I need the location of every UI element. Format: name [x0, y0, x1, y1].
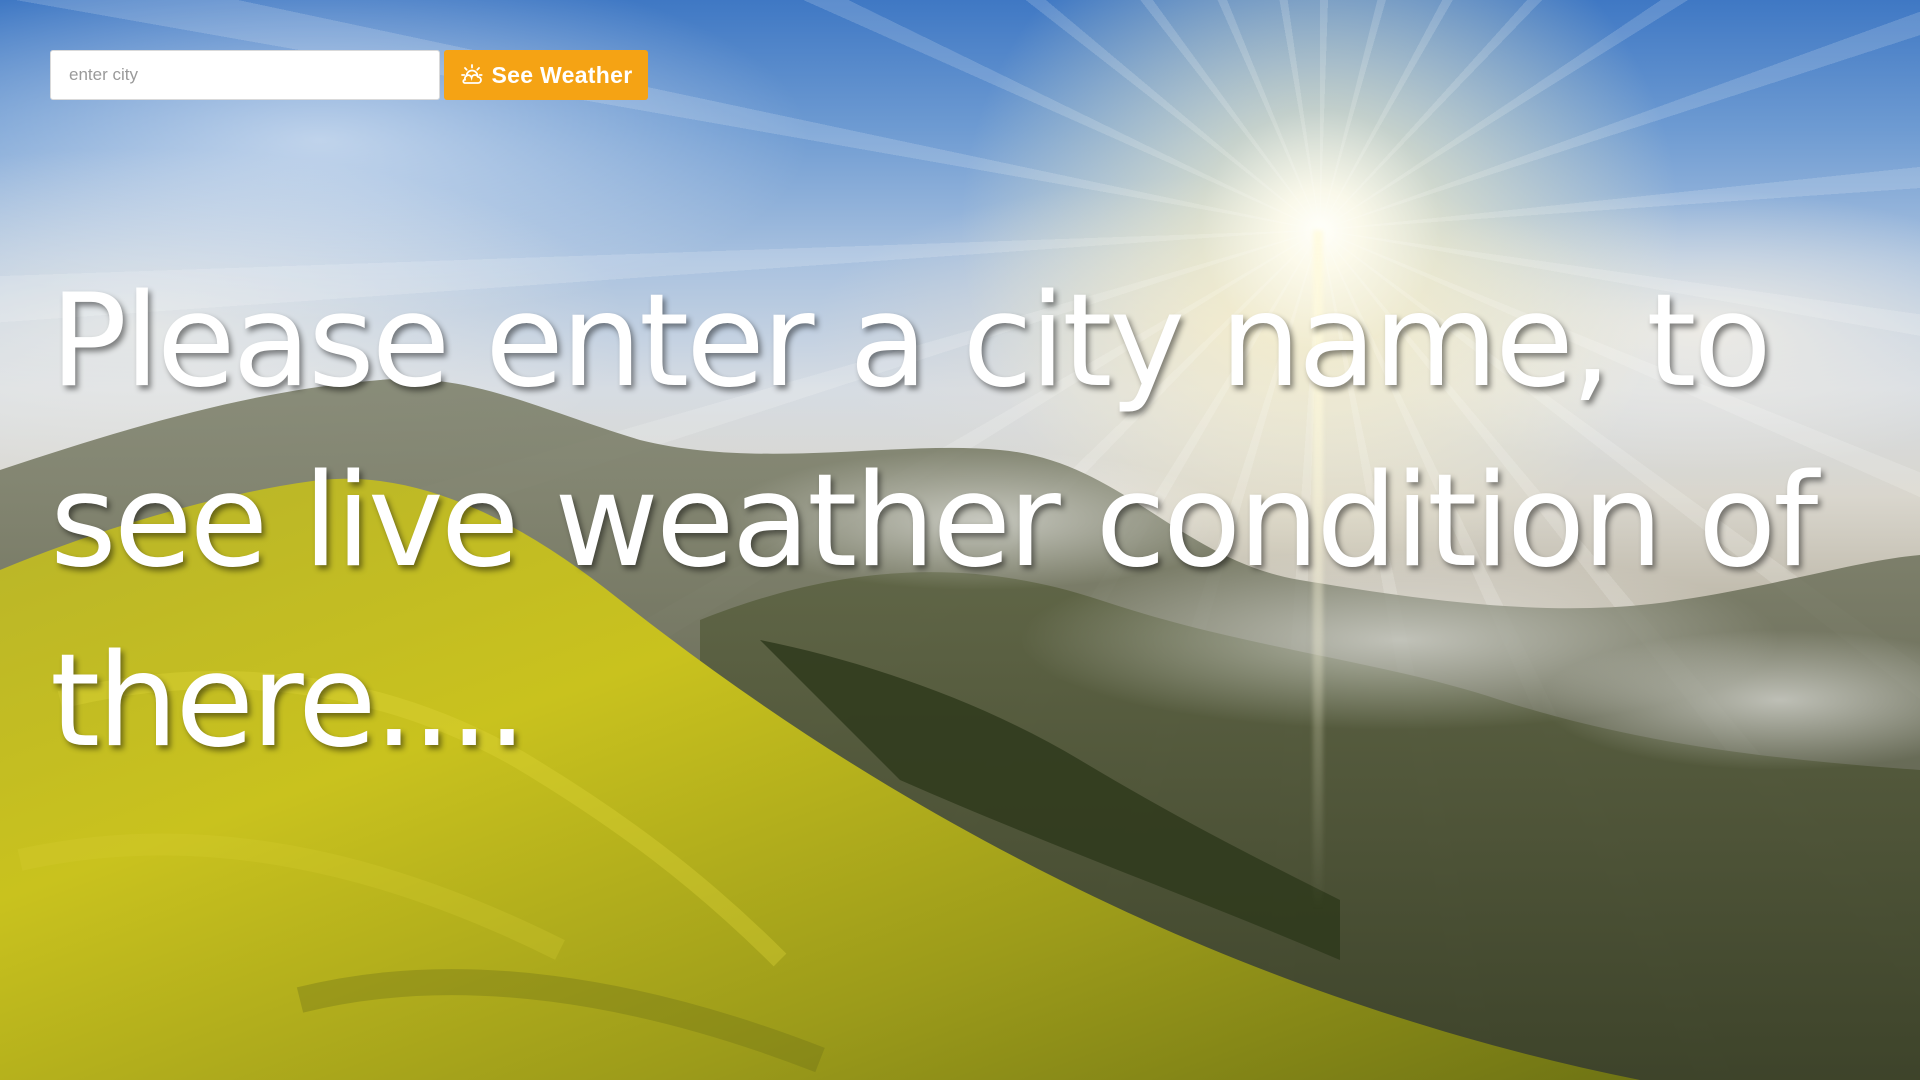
- search-bar: See Weather: [50, 50, 648, 100]
- city-search-input[interactable]: [50, 50, 440, 100]
- see-weather-label: See Weather: [491, 61, 633, 88]
- instruction-message: Please enter a city name, to see live we…: [50, 267, 1818, 776]
- see-weather-button[interactable]: See Weather: [444, 50, 648, 100]
- sun-cloud-icon: [460, 63, 484, 87]
